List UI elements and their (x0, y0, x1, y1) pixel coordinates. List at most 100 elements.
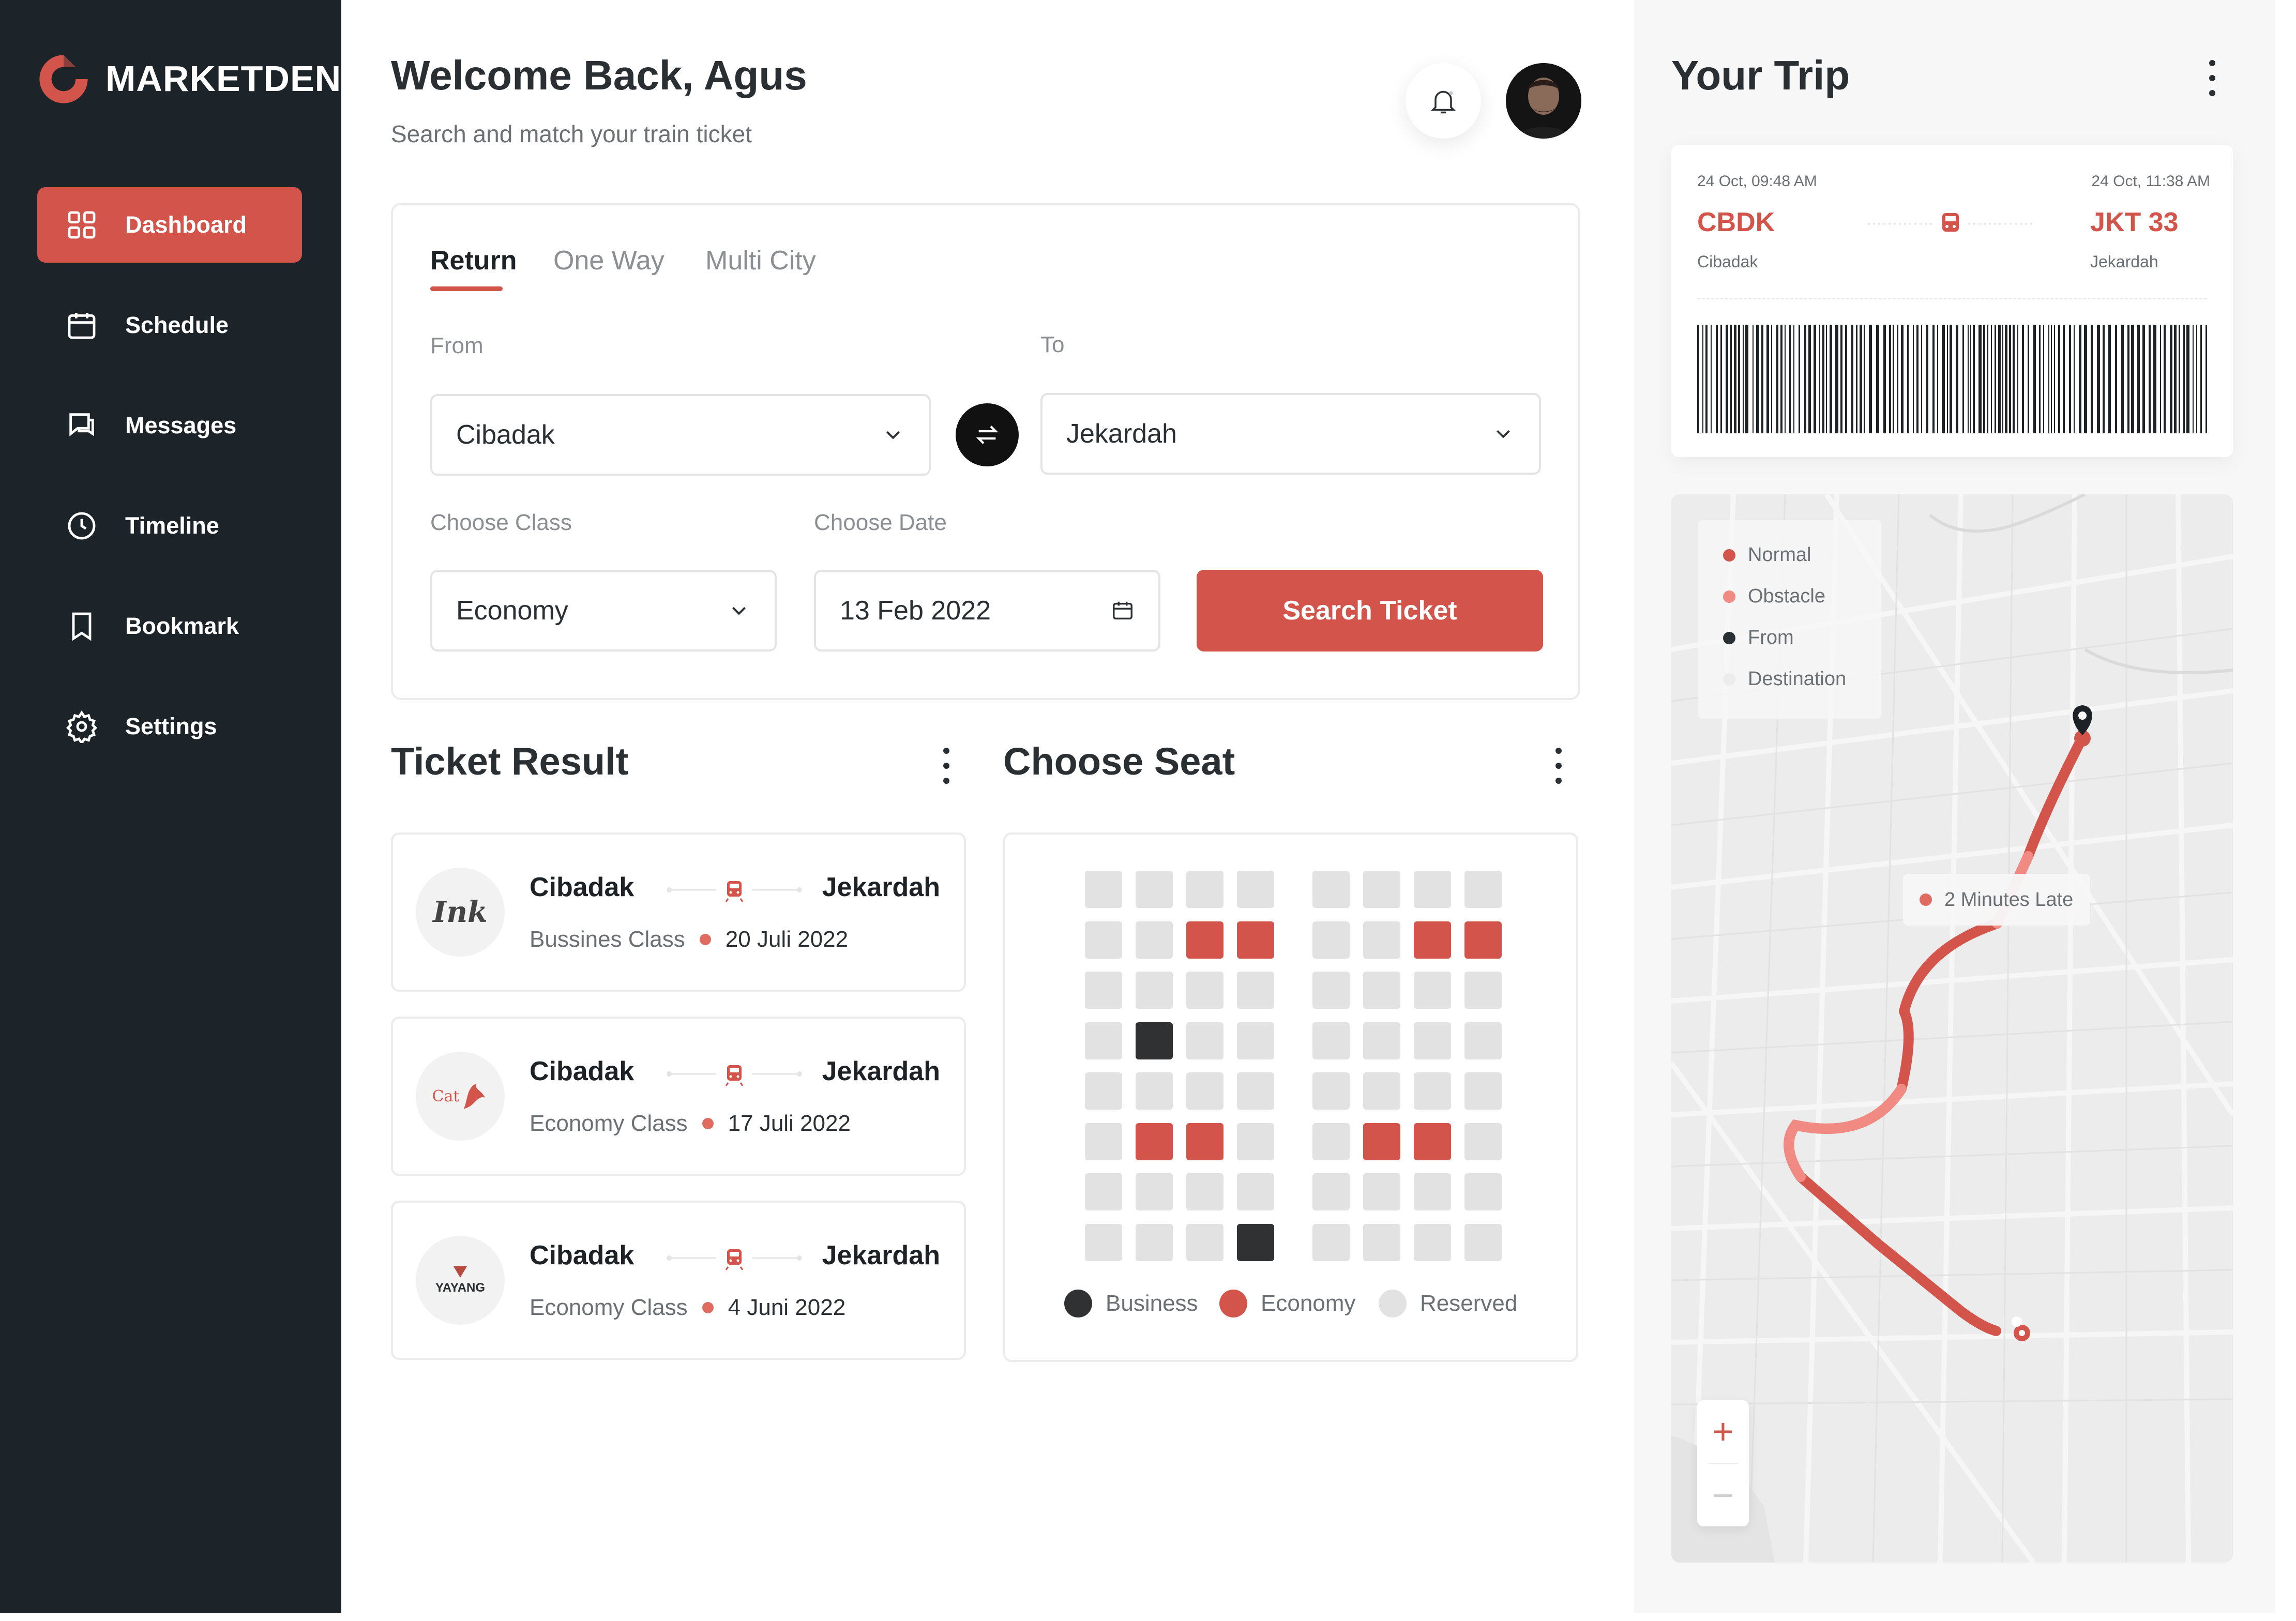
choose-seat-more-button[interactable] (1553, 748, 1564, 784)
seat[interactable] (1464, 972, 1502, 1009)
seat[interactable] (1136, 1072, 1173, 1110)
seat[interactable] (1414, 871, 1451, 908)
seat[interactable] (1312, 1173, 1350, 1210)
seat[interactable] (1237, 871, 1274, 908)
seat[interactable] (1312, 871, 1350, 908)
seat[interactable] (1464, 1173, 1502, 1210)
seat[interactable] (1363, 921, 1400, 959)
seat[interactable] (1237, 1072, 1274, 1110)
ticket-card[interactable]: Cat Cibadak Jekardah Economy Class 17 Jul… (391, 1017, 966, 1176)
seat[interactable] (1363, 1123, 1400, 1160)
seat[interactable] (1085, 871, 1122, 908)
trip-more-button[interactable] (2207, 60, 2217, 96)
seat[interactable] (1464, 1072, 1502, 1110)
notification-button[interactable] (1406, 63, 1481, 139)
boarding-pass-card[interactable]: 24 Oct, 09:48 AM 24 Oct, 11:38 AM CBDK J… (1671, 145, 2233, 457)
sidebar-item-label: Dashboard (125, 211, 247, 238)
seat[interactable] (1136, 1173, 1173, 1210)
seat[interactable] (1464, 1123, 1502, 1160)
seat[interactable] (1464, 871, 1502, 908)
seat[interactable] (1414, 921, 1451, 959)
seat[interactable] (1312, 1022, 1350, 1059)
from-select[interactable]: Cibadak (430, 394, 931, 476)
seat[interactable] (1085, 1072, 1122, 1110)
seat[interactable] (1186, 1224, 1223, 1261)
operator-logo: Ink (416, 868, 505, 957)
to-select[interactable]: Jekardah (1040, 393, 1541, 475)
seat[interactable] (1085, 972, 1122, 1009)
seat[interactable] (1237, 972, 1274, 1009)
seat[interactable] (1085, 1224, 1122, 1261)
class-select[interactable]: Economy (430, 570, 777, 652)
seat[interactable] (1363, 972, 1400, 1009)
seat[interactable] (1237, 1123, 1274, 1160)
seat[interactable] (1363, 871, 1400, 908)
tab-one-way[interactable]: One Way (553, 245, 664, 276)
seat[interactable] (1237, 1173, 1274, 1210)
seat[interactable] (1312, 921, 1350, 959)
ticket-card[interactable]: Ink Cibadak Jekardah Bussines Class 20 Ju… (391, 832, 966, 992)
seat[interactable] (1237, 1224, 1274, 1261)
seat[interactable] (1186, 1022, 1223, 1059)
seat[interactable] (1186, 1173, 1223, 1210)
route-map[interactable]: Normal Obstacle From Destination 2 Minut… (1671, 494, 2233, 1563)
seat[interactable] (1414, 1224, 1451, 1261)
seat[interactable] (1363, 1022, 1400, 1059)
seat[interactable] (1363, 1224, 1400, 1261)
seat[interactable] (1186, 921, 1223, 959)
zoom-in-button[interactable]: + (1697, 1400, 1749, 1462)
seat[interactable] (1085, 1173, 1122, 1210)
legend-economy: Economy (1219, 1290, 1355, 1317)
sidebar-item-bookmark[interactable]: Bookmark (37, 588, 302, 664)
seat[interactable] (1136, 972, 1173, 1009)
seat[interactable] (1312, 972, 1350, 1009)
seat[interactable] (1312, 1072, 1350, 1110)
seat[interactable] (1312, 1224, 1350, 1261)
ticket-result-more-button[interactable] (941, 748, 951, 784)
sidebar-item-messages[interactable]: Messages (37, 388, 302, 463)
seat[interactable] (1085, 1123, 1122, 1160)
seat[interactable] (1136, 871, 1173, 908)
ticket-from: Cibadak (530, 872, 635, 902)
seat[interactable] (1414, 1072, 1451, 1110)
zoom-out-button[interactable]: − (1697, 1464, 1749, 1526)
seat[interactable] (1464, 1224, 1502, 1261)
seat[interactable] (1136, 921, 1173, 959)
seat[interactable] (1136, 1022, 1173, 1059)
tab-multi-city[interactable]: Multi City (705, 245, 816, 276)
seat[interactable] (1464, 1022, 1502, 1059)
sidebar-item-schedule[interactable]: Schedule (37, 287, 302, 363)
seat[interactable] (1363, 1173, 1400, 1210)
avatar[interactable] (1506, 63, 1581, 139)
tab-return[interactable]: Return (430, 245, 517, 276)
seat[interactable] (1136, 1123, 1173, 1160)
dashboard-grid-icon (65, 208, 98, 241)
chevron-down-icon (886, 431, 900, 440)
seat[interactable] (1414, 1123, 1451, 1160)
seat[interactable] (1186, 871, 1223, 908)
seat[interactable] (1363, 1072, 1400, 1110)
seat[interactable] (1414, 1022, 1451, 1059)
seat[interactable] (1186, 1123, 1223, 1160)
seat[interactable] (1237, 1022, 1274, 1059)
seat[interactable] (1464, 921, 1502, 959)
seat[interactable] (1136, 1224, 1173, 1261)
sidebar-item-dashboard[interactable]: Dashboard (37, 187, 302, 263)
sidebar-item-timeline[interactable]: Timeline (37, 488, 302, 564)
sidebar-item-settings[interactable]: Settings (37, 689, 302, 764)
seat[interactable] (1085, 1022, 1122, 1059)
seat[interactable] (1312, 1123, 1350, 1160)
swap-stations-button[interactable] (956, 403, 1019, 466)
search-ticket-button[interactable]: Search Ticket (1197, 570, 1543, 652)
seat[interactable] (1414, 1173, 1451, 1210)
seat[interactable] (1186, 972, 1223, 1009)
logo-icon (39, 55, 88, 103)
ticket-from: Cibadak (530, 1240, 635, 1270)
seat[interactable] (1085, 921, 1122, 959)
barcode-icon (1697, 325, 2207, 433)
seat[interactable] (1186, 1072, 1223, 1110)
seat[interactable] (1414, 972, 1451, 1009)
date-input[interactable]: 13 Feb 2022 (814, 570, 1160, 652)
seat[interactable] (1237, 921, 1274, 959)
ticket-card[interactable]: YAYANG Cibadak Jekardah Economy Class 4 J… (391, 1201, 966, 1360)
